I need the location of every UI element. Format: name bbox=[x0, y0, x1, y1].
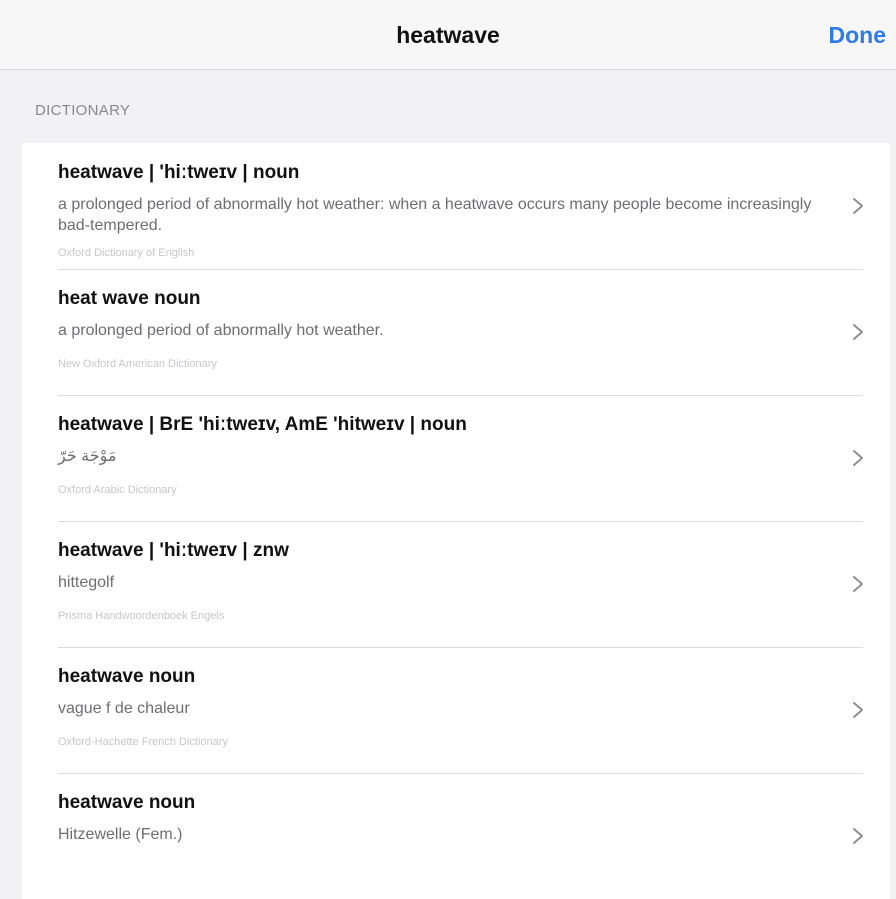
entry-source: Oxford-Hachette French Dictionary bbox=[58, 736, 228, 748]
list-item[interactable]: heat wave noun a prolonged period of abn… bbox=[22, 269, 890, 395]
chevron-right-icon bbox=[853, 450, 863, 466]
chevron-right-icon bbox=[853, 198, 863, 214]
chevron-right-icon bbox=[853, 828, 863, 844]
chevron-right-icon bbox=[853, 702, 863, 718]
list-item[interactable]: heatwave noun Hitzewelle (Fem.) bbox=[22, 773, 890, 899]
entry-definition: a prolonged period of abnormally hot wea… bbox=[58, 322, 384, 339]
list-item[interactable]: heatwave | 'hiːtweɪv | noun a prolonged … bbox=[22, 143, 890, 269]
entry-title: heatwave | 'hiːtweɪv | noun bbox=[58, 162, 300, 183]
entry-definition: vague f de chaleur bbox=[58, 700, 190, 717]
entry-title: heatwave | 'hiːtweɪv | znw bbox=[58, 540, 289, 561]
entry-definition: hittegolf bbox=[58, 574, 115, 591]
entry-title: heat wave noun bbox=[58, 288, 201, 309]
navigation-bar: heatwave Done bbox=[0, 0, 896, 70]
entry-source: New Oxford American Dictionary bbox=[58, 358, 217, 370]
entry-source: Prisma Handwoordenboek Engels bbox=[58, 610, 225, 622]
done-button[interactable]: Done bbox=[829, 22, 887, 49]
list-item[interactable]: heatwave | BrE 'hiːtweɪv, AmE 'hitweɪv |… bbox=[22, 395, 890, 521]
entry-title: heatwave | BrE 'hiːtweɪv, AmE 'hitweɪv |… bbox=[58, 414, 467, 435]
chevron-right-icon bbox=[853, 576, 863, 592]
chevron-right-icon bbox=[853, 324, 863, 340]
list-item[interactable]: heatwave noun vague f de chaleur Oxford-… bbox=[22, 647, 890, 773]
entry-definition: Hitzewelle (Fem.) bbox=[58, 826, 183, 843]
entry-title: heatwave noun bbox=[58, 792, 196, 813]
page-title: heatwave bbox=[396, 22, 500, 48]
list-item[interactable]: heatwave | 'hiːtweɪv | znw hittegolf Pri… bbox=[22, 521, 890, 647]
entry-title: heatwave noun bbox=[58, 666, 196, 687]
entry-source: Oxford Dictionary of English bbox=[58, 247, 195, 259]
dictionary-list: heatwave | 'hiːtweɪv | noun a prolonged … bbox=[22, 143, 890, 899]
section-header-dictionary: DICTIONARY bbox=[35, 102, 131, 119]
entry-definition: a prolonged period of abnormally hot wea… bbox=[58, 196, 812, 234]
entry-definition: مَوْجَة حَرّ bbox=[58, 448, 117, 465]
entry-source: Oxford Arabic Dictionary bbox=[58, 484, 177, 496]
